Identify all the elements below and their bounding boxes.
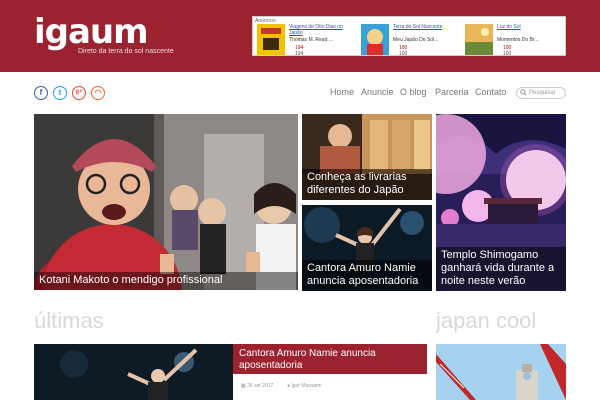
ad-title[interactable]: Luz do Sol <box>497 24 563 30</box>
featured-caption[interactable]: Conheça as livrarias diferentes do Japão <box>302 169 432 200</box>
ad-thumbnail <box>361 24 389 55</box>
latest-post-image[interactable] <box>34 344 233 400</box>
search-icon <box>520 89 527 96</box>
featured-post-shimogamo[interactable]: Templo Shimogamo ganhará vida durante a … <box>436 114 566 291</box>
site-header: igaum Direto da terra do sol nascente An… <box>0 0 600 72</box>
search-input[interactable]: Pesquisar <box>516 87 566 99</box>
featured-caption[interactable]: Templo Shimogamo ganhará vida durante a … <box>436 247 566 291</box>
ad-thumbnail <box>257 24 285 55</box>
featured-image <box>34 114 298 290</box>
search-placeholder: Pesquisar <box>529 90 556 96</box>
featured-post-livrarias[interactable]: Conheça as livrarias diferentes do Japão <box>302 114 432 200</box>
japan-cool-post[interactable] <box>436 344 566 400</box>
ad-author: Momentos Do Br... <box>497 37 539 43</box>
nav-blog[interactable]: O blog <box>400 87 427 97</box>
latest-post-title[interactable]: Cantora Amuro Namie anuncia aposentadori… <box>233 344 427 374</box>
logo-tagline: Direto da terra do sol nascente <box>78 48 174 55</box>
ad-title[interactable]: Viagens de Oito Dias no Japão <box>289 24 355 36</box>
ad-price-secondary: 194 <box>295 51 304 57</box>
ad-banner: Anúncios Viagens de Oito Dias no Japão T… <box>252 16 566 57</box>
site-logo[interactable]: igaum Direto da terra do sol nascente <box>34 12 180 58</box>
post-author: ● Igor Massami <box>287 383 321 389</box>
japan-cool-image <box>436 344 566 400</box>
nav-contato[interactable]: Contato <box>475 87 507 97</box>
google-plus-icon[interactable]: g+ <box>72 86 86 100</box>
section-title-japan-cool: japan cool <box>436 308 537 333</box>
nav-home[interactable]: Home <box>330 87 354 97</box>
ad-author: Meu Japão Do Sol... <box>393 37 439 43</box>
ad-price-secondary: 100 <box>503 51 512 57</box>
rss-icon[interactable]: ◠ <box>91 86 105 100</box>
ad-item[interactable]: Luz do Sol Momentos Do Br... 100 100 <box>463 24 565 57</box>
section-title-latest: últimas <box>34 308 104 333</box>
featured-caption[interactable]: Kotani Makoto o mendigo profissional <box>34 272 298 290</box>
ad-author: Thomas M. Read ... <box>289 37 333 43</box>
ad-item[interactable]: Viagens de Oito Dias no Japão Thomas M. … <box>255 24 357 57</box>
logo-wordmark: igaum <box>34 12 149 52</box>
post-date: ▦ 26 set 2017 <box>241 383 273 389</box>
ad-thumbnail <box>465 24 493 55</box>
featured-post-kotani[interactable]: Kotani Makoto o mendigo profissional <box>34 114 298 290</box>
ad-item[interactable]: Terra do Sol Nascente Meu Japão Do Sol..… <box>359 24 461 57</box>
ad-title[interactable]: Terra do Sol Nascente <box>393 24 459 30</box>
post-date-text: 26 set 2017 <box>247 383 274 389</box>
nav-anuncie[interactable]: Anuncie <box>361 87 394 97</box>
featured-post-amuro[interactable]: Cantora Amuro Namie anuncia aposentadori… <box>302 205 432 291</box>
post-author-text: Igor Massami <box>291 383 322 389</box>
twitter-icon[interactable]: t <box>53 86 67 100</box>
featured-caption[interactable]: Cantora Amuro Namie anuncia aposentadori… <box>302 260 432 291</box>
ad-price-secondary: 100 <box>399 51 408 57</box>
nav-parceria[interactable]: Parceria <box>435 87 469 97</box>
facebook-icon[interactable]: f <box>34 86 48 100</box>
latest-post-thumbnail <box>34 344 233 400</box>
